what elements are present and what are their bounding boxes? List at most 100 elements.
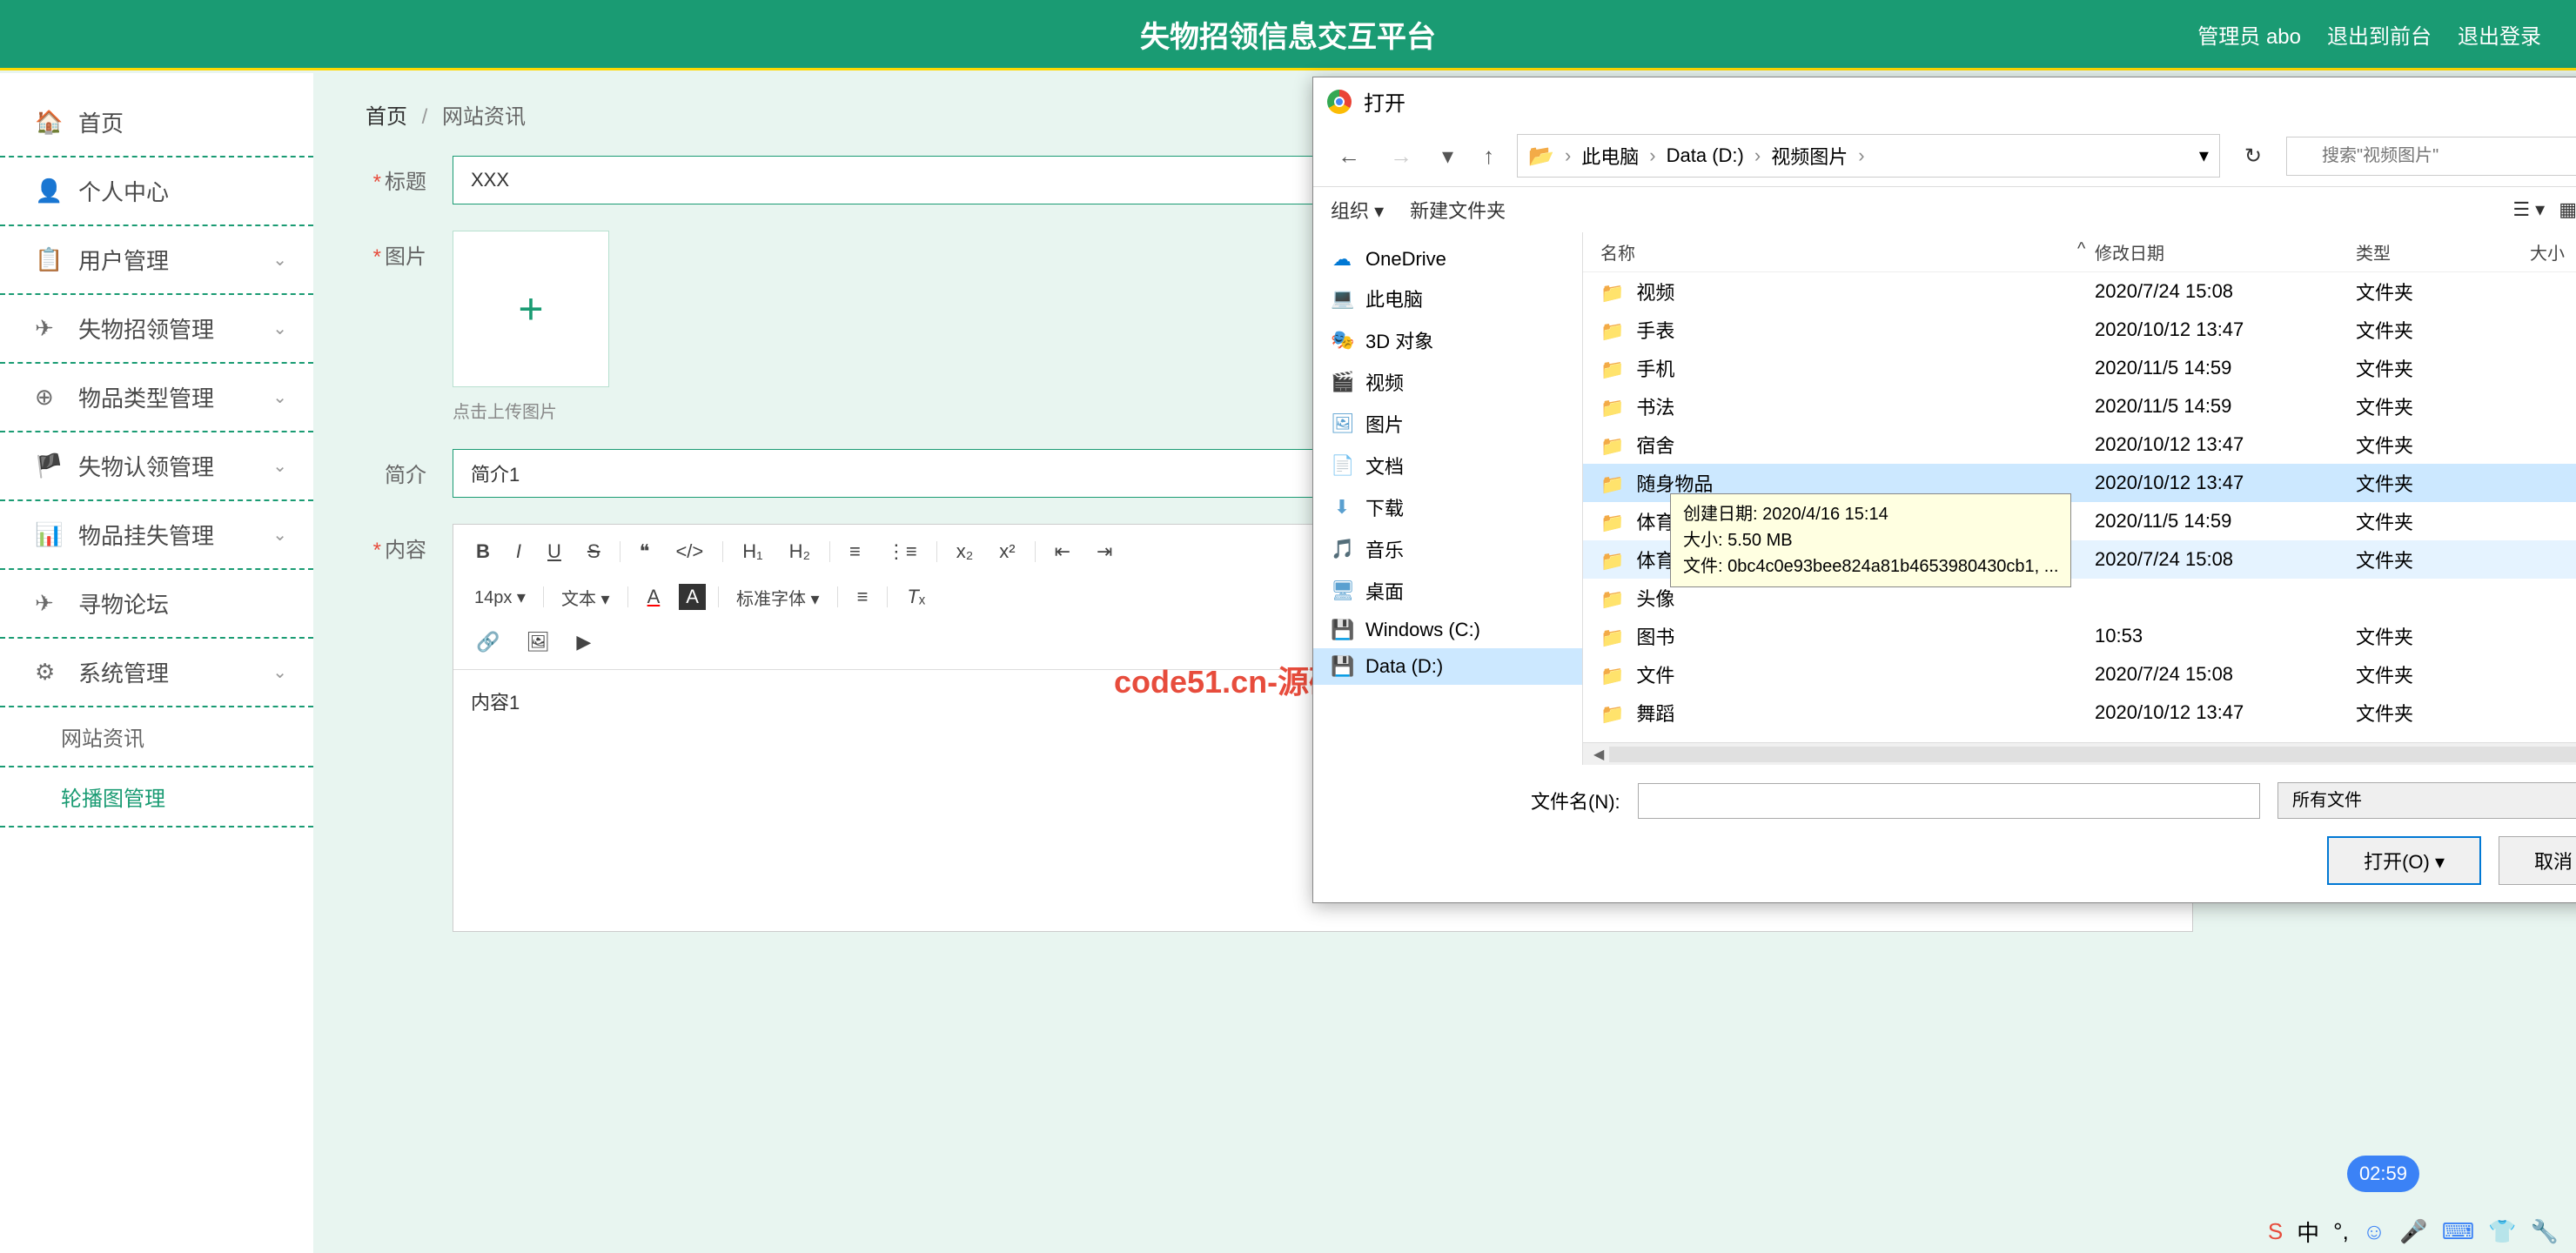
sidebar-sub-1[interactable]: 轮播图管理 <box>0 769 313 824</box>
image-button[interactable]: 🖼 <box>519 627 557 657</box>
keyboard-icon[interactable]: ⌨ <box>2442 1218 2475 1245</box>
view-list-icon[interactable]: ☰ ▾ <box>2512 198 2545 221</box>
list-unordered-button[interactable]: ⋮≡ <box>880 537 924 566</box>
h1-button[interactable]: H₁ <box>735 537 769 566</box>
image-upload-box[interactable]: + <box>453 231 609 387</box>
tree-item-7[interactable]: 🎵音乐 <box>1313 528 1582 570</box>
app-header: 失物招领信息交互平台 管理员 abo 退出到前台 退出登录 <box>0 0 2576 68</box>
code-button[interactable]: </> <box>668 537 710 566</box>
underline-button[interactable]: U <box>540 537 568 566</box>
folder-tree: ☁OneDrive💻此电脑🎭3D 对象🎬视频🖼图片📄文档⬇下载🎵音乐🖥桌面💾Wi… <box>1313 232 1583 765</box>
outdent-button[interactable]: ⇥ <box>1090 537 1119 566</box>
folder-icon: 📂 <box>1528 144 1554 169</box>
folder-icon: 📁 <box>1600 665 1624 687</box>
file-row[interactable]: 📁手机2020/11/5 14:59文件夹 <box>1583 349 2576 387</box>
text-menu[interactable]: 文本 ▾ <box>556 583 615 612</box>
col-name[interactable]: 名称 <box>1600 239 2077 265</box>
sidebar-item-4[interactable]: ⊕物品类型管理⌄ <box>0 365 313 429</box>
sidebar-item-5[interactable]: 🏴失物认领管理⌄ <box>0 434 313 498</box>
sidebar-icon: 👤 <box>35 178 61 204</box>
punct-icon[interactable]: °, <box>2333 1218 2349 1245</box>
file-row[interactable]: 📁宿舍2020/10/12 13:47文件夹 <box>1583 425 2576 464</box>
sidebar-item-8[interactable]: ⚙系统管理⌄ <box>0 640 313 704</box>
path-bar[interactable]: 📂 › 此电脑 › Data (D:) › 视频图片 › ▾ <box>1517 134 2220 178</box>
tree-item-3[interactable]: 🎬视频 <box>1313 361 1582 403</box>
breadcrumb-home[interactable]: 首页 <box>366 105 407 129</box>
mic-icon[interactable]: 🎤 <box>2399 1218 2427 1245</box>
organize-menu[interactable]: 组织 ▾ <box>1331 196 1384 224</box>
superscript-button[interactable]: x² <box>992 537 1022 566</box>
tree-item-6[interactable]: ⬇下载 <box>1313 486 1582 528</box>
quote-button[interactable]: ❝ <box>633 537 657 566</box>
admin-label[interactable]: 管理员 abo <box>2197 19 2301 50</box>
font-select[interactable]: 标准字体 ▾ <box>731 583 825 612</box>
open-button[interactable]: 打开(O) ▾ <box>2327 836 2481 885</box>
ime-icon[interactable]: 中 <box>2297 1216 2319 1248</box>
recent-chevron[interactable]: ▾ <box>1435 139 1460 173</box>
emoji-icon[interactable]: ☺ <box>2363 1218 2386 1245</box>
chevron-down-icon: ⌄ <box>272 661 287 683</box>
sidebar-label: 物品挂失管理 <box>78 519 214 551</box>
indent-button[interactable]: ⇤ <box>1048 537 1077 566</box>
file-row[interactable]: 📁手表2020/10/12 13:47文件夹 <box>1583 311 2576 349</box>
col-date[interactable]: 修改日期 <box>2095 239 2356 265</box>
clear-format-button[interactable]: Tₓ <box>900 582 932 612</box>
tree-icon: 💻 <box>1331 287 1353 310</box>
back-button[interactable]: ← <box>1331 139 1367 173</box>
dialog-nav: ← → ▾ ↑ 📂 › 此电脑 › Data (D:) › 视频图片 › ▾ ↻ <box>1313 125 2576 187</box>
intro-label: 简介 <box>348 449 453 488</box>
align-button[interactable]: ≡ <box>850 582 875 612</box>
sidebar-item-0[interactable]: 🏠首页 <box>0 90 313 154</box>
refresh-button[interactable]: ↻ <box>2236 140 2271 172</box>
tree-item-0[interactable]: ☁OneDrive <box>1313 241 1582 278</box>
video-button[interactable]: ▶ <box>569 627 598 657</box>
sidebar-icon: ✈ <box>35 590 61 617</box>
file-row[interactable]: 📁文件2020/7/24 15:08文件夹 <box>1583 655 2576 694</box>
fontsize-select[interactable]: 14px ▾ <box>469 585 531 610</box>
file-row[interactable]: 📁舞蹈2020/10/12 13:47文件夹 <box>1583 694 2576 732</box>
tree-item-4[interactable]: 🖼图片 <box>1313 403 1582 445</box>
logout-link[interactable]: 退出登录 <box>2458 19 2541 50</box>
file-tooltip: 创建日期: 2020/4/16 15:14 大小: 5.50 MB 文件: 0b… <box>1670 493 2071 587</box>
col-size[interactable]: 大小 <box>2530 239 2576 265</box>
new-folder-button[interactable]: 新建文件夹 <box>1410 196 1506 224</box>
filename-input[interactable] <box>1638 783 2260 819</box>
h2-button[interactable]: H₂ <box>782 537 817 566</box>
link-button[interactable]: 🔗 <box>469 627 506 657</box>
sidebar-item-7[interactable]: ✈寻物论坛 <box>0 572 313 635</box>
sidebar-sub-0[interactable]: 网站资讯 <box>0 709 313 764</box>
tree-item-10[interactable]: 💾Data (D:) <box>1313 648 1582 685</box>
bgcolor-button[interactable]: A <box>679 584 706 610</box>
italic-button[interactable]: I <box>509 537 528 566</box>
search-input[interactable] <box>2286 137 2576 176</box>
bold-button[interactable]: B <box>469 537 497 566</box>
skin-icon[interactable]: 👕 <box>2488 1218 2516 1245</box>
file-row[interactable]: 📁书法2020/11/5 14:59文件夹 <box>1583 387 2576 425</box>
tree-item-8[interactable]: 🖥桌面 <box>1313 570 1582 612</box>
toolbox-icon[interactable]: 🔧 <box>2531 1218 2559 1245</box>
tree-item-5[interactable]: 📄文档 <box>1313 445 1582 486</box>
sidebar-item-6[interactable]: 📊物品挂失管理⌄ <box>0 503 313 566</box>
strike-button[interactable]: S <box>580 537 607 566</box>
sidebar-item-2[interactable]: 📋用户管理⌄ <box>0 228 313 291</box>
filetype-select[interactable]: 所有文件 <box>2277 782 2576 819</box>
sogou-icon[interactable]: S <box>2268 1218 2283 1245</box>
tree-item-2[interactable]: 🎭3D 对象 <box>1313 319 1582 361</box>
color-button[interactable]: A <box>641 582 667 612</box>
view-details-icon[interactable]: ▦ <box>2559 198 2576 221</box>
col-type[interactable]: 类型 <box>2356 239 2530 265</box>
tree-item-9[interactable]: 💾Windows (C:) <box>1313 612 1582 648</box>
forward-button[interactable]: → <box>1383 139 1419 173</box>
tree-item-1[interactable]: 💻此电脑 <box>1313 278 1582 319</box>
subscript-button[interactable]: x₂ <box>949 537 981 566</box>
h-scrollbar[interactable]: ◀▶ <box>1583 742 2576 765</box>
sidebar-item-3[interactable]: ✈失物招领管理⌄ <box>0 297 313 360</box>
cancel-button[interactable]: 取消 <box>2499 836 2576 885</box>
sidebar-icon: 🏠 <box>35 109 61 136</box>
sidebar-item-1[interactable]: 👤个人中心 <box>0 159 313 223</box>
exit-front-link[interactable]: 退出到前台 <box>2327 19 2432 50</box>
list-ordered-button[interactable]: ≡ <box>842 537 868 566</box>
file-row[interactable]: 📁图书10:53文件夹 <box>1583 617 2576 655</box>
up-button[interactable]: ↑ <box>1476 139 1501 173</box>
file-row[interactable]: 📁视频2020/7/24 15:08文件夹 <box>1583 272 2576 311</box>
